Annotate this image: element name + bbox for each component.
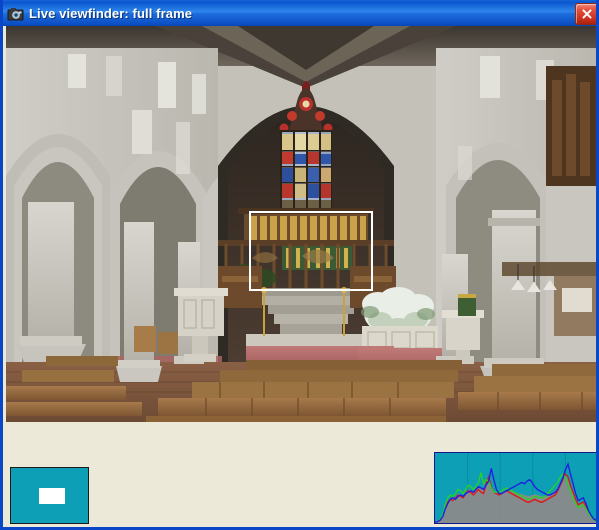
zoom-locator-marker (39, 488, 65, 504)
title-bar: Live viewfinder: full frame (3, 0, 596, 26)
close-icon[interactable] (575, 3, 596, 25)
live-viewfinder-window: Live viewfinder: full frame (0, 0, 599, 530)
camera-icon (7, 5, 24, 22)
zoom-locator-thumbnail[interactable] (10, 467, 89, 524)
window-title: Live viewfinder: full frame (29, 5, 193, 21)
rgb-histogram-chart (434, 452, 596, 524)
viewfinder-live-image[interactable] (6, 26, 596, 422)
control-panel: Release Preview <<< << < > >> >>> Histog… (6, 422, 596, 527)
